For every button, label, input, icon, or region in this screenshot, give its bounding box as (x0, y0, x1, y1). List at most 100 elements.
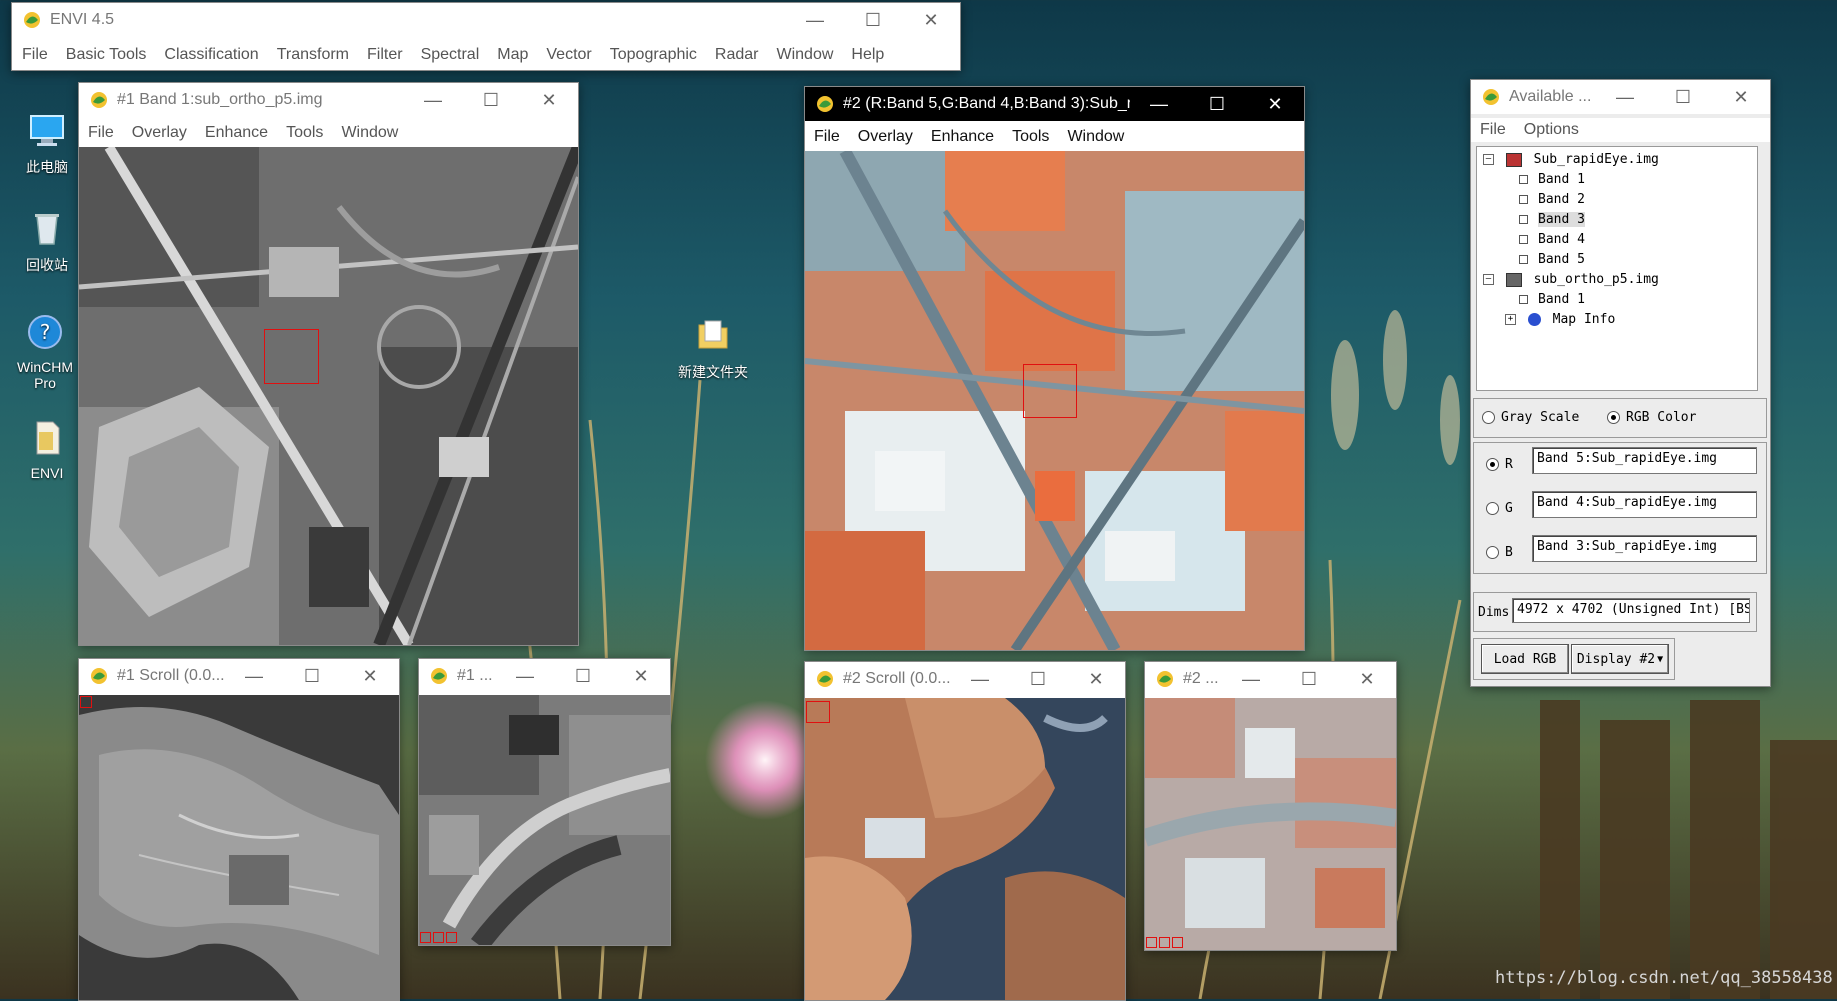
menu-topographic[interactable]: Topographic (601, 46, 706, 64)
minimize-icon[interactable]: — (951, 662, 1009, 696)
desktop-icon-winchm[interactable]: ? WinCHM Pro (5, 312, 85, 391)
close-icon[interactable]: ✕ (902, 3, 960, 37)
minimize-icon[interactable]: — (1222, 662, 1280, 696)
menu-overlay[interactable]: Overlay (849, 128, 922, 146)
tree-band-item[interactable]: Band 2 (1519, 192, 1585, 207)
envi-main-titlebar[interactable]: ENVI 4.5 — ☐ ✕ (12, 3, 960, 37)
maximize-icon[interactable]: ☐ (1188, 87, 1246, 121)
rgb-color-radio[interactable] (1607, 411, 1620, 424)
display1-titlebar[interactable]: #1 Band 1:sub_ortho_p5.img — ☐ ✕ (79, 83, 578, 117)
tree-band-item[interactable]: Band 5 (1519, 252, 1585, 267)
blue-channel-radio[interactable] (1486, 546, 1499, 559)
menu-classification[interactable]: Classification (155, 46, 267, 64)
zoom-region-box[interactable] (264, 329, 319, 384)
zoom-out-icon[interactable] (420, 932, 431, 943)
menu-enhance[interactable]: Enhance (196, 124, 277, 142)
viewport-indicator[interactable] (80, 696, 92, 708)
expand-icon[interactable]: + (1505, 314, 1516, 325)
close-icon[interactable]: ✕ (1067, 662, 1125, 696)
scroll1-overview-image[interactable] (79, 695, 399, 1000)
minimize-icon[interactable]: — (1596, 80, 1654, 114)
band-tree[interactable]: – Sub_rapidEye.img Band 1 Band 2 Band 3 … (1476, 146, 1758, 391)
available-titlebar[interactable]: Available ... — ☐ ✕ (1471, 80, 1770, 114)
maximize-icon[interactable]: ☐ (462, 83, 520, 117)
tree-file-ortho[interactable]: – sub_ortho_p5.img (1483, 272, 1659, 287)
red-channel-radio[interactable] (1486, 458, 1499, 471)
zoom2-titlebar[interactable]: #2 ... — ☐ ✕ (1145, 662, 1396, 696)
maximize-icon[interactable]: ☐ (1654, 80, 1712, 114)
display-select-dropdown[interactable]: Display #2 ▼ (1571, 644, 1669, 674)
maximize-icon[interactable]: ☐ (1009, 662, 1067, 696)
tree-file-rapideye[interactable]: – Sub_rapidEye.img (1483, 152, 1659, 167)
minimize-icon[interactable]: — (404, 83, 462, 117)
zoom-in-icon[interactable] (1159, 937, 1170, 948)
zoom-region-box[interactable] (1023, 364, 1077, 418)
blue-channel-option[interactable]: B (1486, 545, 1513, 560)
maximize-icon[interactable]: ☐ (283, 659, 341, 693)
close-icon[interactable]: ✕ (1712, 80, 1770, 114)
menu-options[interactable]: Options (1515, 121, 1588, 139)
rgb-color-option[interactable]: RGB Color (1607, 410, 1696, 425)
zoom-in-icon[interactable] (433, 932, 444, 943)
menu-vector[interactable]: Vector (537, 46, 600, 64)
desktop-icon-this-pc[interactable]: 此电脑 (7, 110, 87, 177)
green-band-field[interactable]: Band 4:Sub_rapidEye.img (1532, 491, 1757, 518)
menu-file[interactable]: File (805, 128, 849, 146)
red-channel-option[interactable]: R (1486, 457, 1513, 472)
menu-overlay[interactable]: Overlay (123, 124, 196, 142)
close-icon[interactable]: ✕ (1246, 87, 1304, 121)
display2-titlebar[interactable]: #2 (R:Band 5,G:Band 4,B:Band 3):Sub_r...… (805, 87, 1304, 121)
green-channel-option[interactable]: G (1486, 501, 1513, 516)
zoom-reset-icon[interactable] (446, 932, 457, 943)
close-icon[interactable]: ✕ (1338, 662, 1396, 696)
collapse-icon[interactable]: – (1483, 274, 1494, 285)
close-icon[interactable]: ✕ (612, 659, 670, 693)
menu-file[interactable]: File (13, 46, 57, 64)
zoom-controls[interactable] (1146, 937, 1185, 948)
menu-window[interactable]: Window (1058, 128, 1133, 146)
zoom1-titlebar[interactable]: #1 ... — ☐ ✕ (419, 659, 670, 693)
zoom2-magnified-image[interactable] (1145, 698, 1396, 950)
menu-file[interactable]: File (79, 124, 123, 142)
menu-window[interactable]: Window (768, 46, 843, 64)
minimize-icon[interactable]: — (496, 659, 554, 693)
menu-window[interactable]: Window (332, 124, 407, 142)
menu-basic-tools[interactable]: Basic Tools (57, 46, 156, 64)
zoom1-magnified-image[interactable] (419, 695, 670, 945)
desktop-icon-envi[interactable]: ENVI (7, 418, 87, 481)
zoom-controls[interactable] (420, 932, 459, 943)
menu-help[interactable]: Help (842, 46, 893, 64)
menu-transform[interactable]: Transform (268, 46, 358, 64)
display1-grayscale-image[interactable] (79, 147, 578, 645)
menu-radar[interactable]: Radar (706, 46, 768, 64)
close-icon[interactable]: ✕ (520, 83, 578, 117)
close-icon[interactable]: ✕ (341, 659, 399, 693)
tree-band-item[interactable]: Band 4 (1519, 232, 1585, 247)
tree-band-item[interactable]: Band 1 (1519, 172, 1585, 187)
menu-spectral[interactable]: Spectral (412, 46, 489, 64)
blue-band-field[interactable]: Band 3:Sub_rapidEye.img (1532, 535, 1757, 562)
maximize-icon[interactable]: ☐ (554, 659, 612, 693)
minimize-icon[interactable]: — (225, 659, 283, 693)
menu-enhance[interactable]: Enhance (922, 128, 1003, 146)
scroll2-overview-image[interactable] (805, 698, 1125, 1000)
zoom-out-icon[interactable] (1146, 937, 1157, 948)
red-band-field[interactable]: Band 5:Sub_rapidEye.img (1532, 447, 1757, 474)
maximize-icon[interactable]: ☐ (1280, 662, 1338, 696)
minimize-icon[interactable]: — (786, 3, 844, 37)
viewport-indicator[interactable] (806, 701, 830, 723)
tree-band-item[interactable]: Band 1 (1519, 292, 1585, 307)
zoom-reset-icon[interactable] (1172, 937, 1183, 948)
green-channel-radio[interactable] (1486, 502, 1499, 515)
desktop-icon-new-folder[interactable]: 新建文件夹 (668, 315, 758, 382)
tree-band-item[interactable]: Band 3 (1519, 212, 1585, 227)
maximize-icon[interactable]: ☐ (844, 3, 902, 37)
minimize-icon[interactable]: — (1130, 87, 1188, 121)
menu-map[interactable]: Map (488, 46, 537, 64)
scroll2-titlebar[interactable]: #2 Scroll (0.0... — ☐ ✕ (805, 662, 1125, 696)
menu-tools[interactable]: Tools (277, 124, 332, 142)
gray-scale-option[interactable]: Gray Scale (1482, 410, 1579, 425)
desktop-icon-recycle-bin[interactable]: 回收站 (7, 208, 87, 275)
scroll1-titlebar[interactable]: #1 Scroll (0.0... — ☐ ✕ (79, 659, 399, 693)
menu-file[interactable]: File (1471, 121, 1515, 139)
